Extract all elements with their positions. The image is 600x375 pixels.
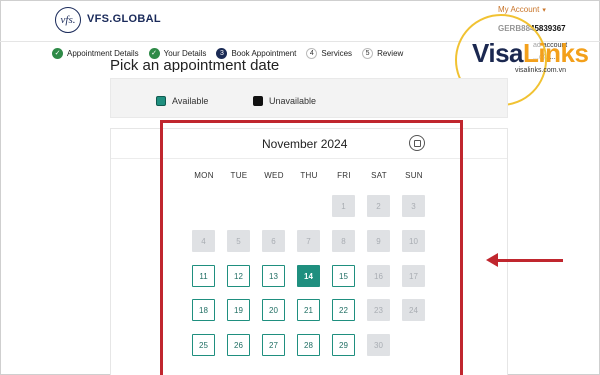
watermark-visa: Visa: [472, 38, 524, 68]
step-label: Appointment Details: [67, 48, 139, 58]
check-icon: ✓: [148, 47, 160, 59]
my-account-menu[interactable]: My Account ▾: [498, 5, 546, 14]
step-label: Your Details: [163, 48, 207, 58]
step-item: 5 Review: [362, 47, 404, 59]
unavailable-swatch-icon: [253, 96, 263, 106]
page-title: Pick an appointment date: [110, 58, 280, 72]
vfs-logo-icon[interactable]: vfs.: [55, 7, 81, 33]
step-item: 3 Book Appointment: [216, 47, 297, 59]
highlight-box: [160, 120, 463, 375]
my-account-label: My Account: [498, 5, 540, 14]
step-number-badge: 4: [306, 47, 318, 59]
step-label: Review: [377, 48, 404, 58]
step-number-badge: 5: [362, 47, 374, 59]
chevron-down-icon: ▾: [542, 7, 546, 14]
watermark-links: Links: [523, 38, 589, 68]
step-item: 4 Services: [306, 47, 353, 59]
available-swatch-icon: [156, 96, 166, 106]
legend-available: Available: [156, 96, 208, 106]
pointer-arrow-line: [495, 259, 563, 262]
legend-unavailable-label: Unavailable: [269, 96, 317, 106]
legend-available-label: Available: [172, 96, 209, 106]
step-item: ✓ Your Details: [148, 47, 207, 59]
vfs-logo-text[interactable]: VFS.GLOBAL: [87, 13, 161, 25]
step-label: Services: [321, 48, 353, 58]
legend-panel: Available Unavailable: [110, 78, 508, 118]
pointer-arrow-head-icon: [486, 253, 498, 267]
watermark-site: visalinks.com.vn: [515, 67, 566, 74]
check-icon: ✓: [52, 47, 63, 59]
step-label: Book Appointment: [231, 48, 297, 58]
legend-unavailable: Unavailable: [253, 96, 316, 106]
step-number-badge: 3: [216, 47, 228, 59]
step-item: ✓ Appointment Details: [52, 47, 139, 59]
watermark-brand: VisaLinks: [472, 38, 589, 69]
